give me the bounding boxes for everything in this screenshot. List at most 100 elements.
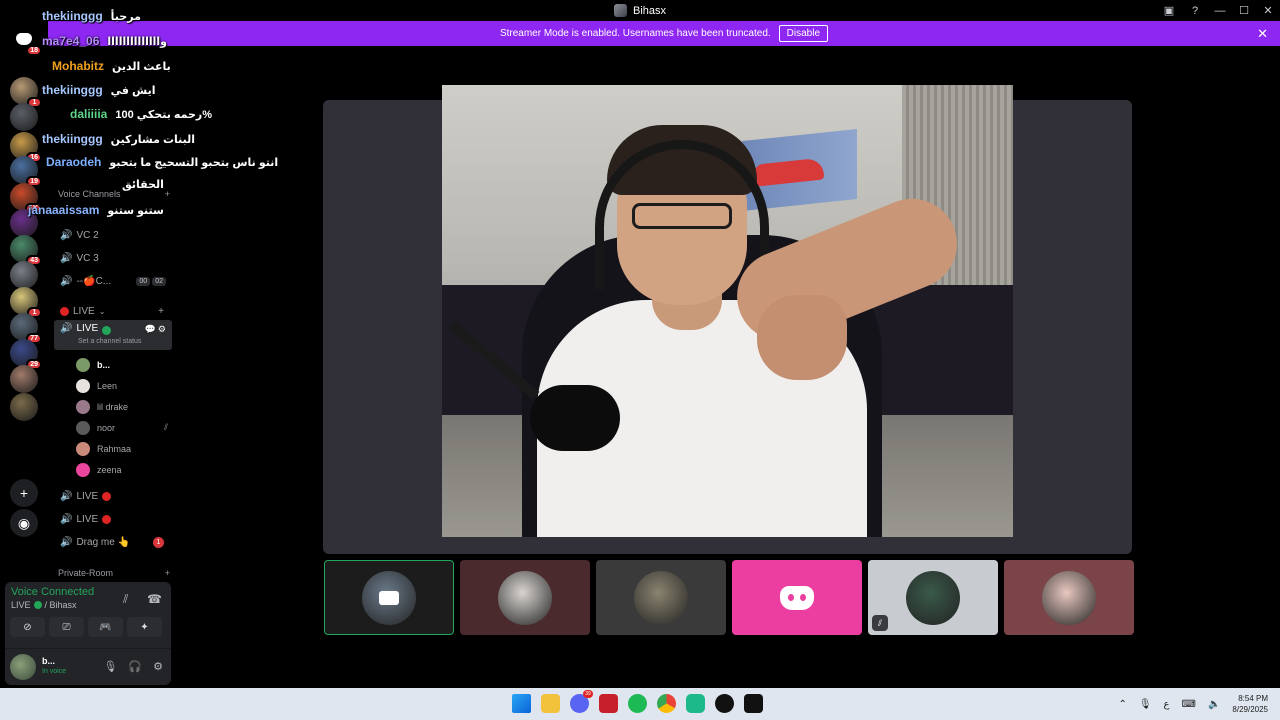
server-icon[interactable]: 77 (10, 313, 42, 344)
avatar (498, 570, 552, 625)
voice-channel[interactable]: 🔊 Drag me 👆 1 (54, 533, 172, 552)
server-icon[interactable] (10, 261, 38, 289)
server-icon[interactable]: 43 (10, 235, 42, 266)
add-channel-icon[interactable]: + (158, 306, 164, 317)
clock[interactable]: 8:54 PM 8/29/2025 (1232, 693, 1268, 715)
voice-member[interactable]: lil drake (76, 397, 168, 416)
microphone-tray-icon[interactable]: 🎙 (1139, 699, 1152, 710)
user-status: In voice (42, 668, 67, 675)
voice-member[interactable]: Leen (76, 376, 168, 395)
voice-channel-name: LIVE (76, 491, 99, 502)
windows-start-icon[interactable] (512, 694, 531, 713)
green-dot-icon (33, 601, 42, 609)
volume-icon[interactable]: 🔈 (1208, 699, 1220, 710)
server-icon[interactable] (10, 365, 38, 393)
channel-status[interactable]: Set a channel status (78, 338, 141, 345)
voice-member[interactable]: Rahmaa (76, 439, 168, 458)
chat-message: Daraodeh انتو ناس بتحبو التسحيج ما بتحبو (46, 155, 278, 169)
close-icon[interactable]: ✕ (1257, 26, 1268, 42)
chat-username: thekiinggg (42, 9, 103, 23)
live-category[interactable]: LIVE ⌄ + (54, 302, 172, 321)
video-camera-icon (379, 590, 399, 605)
voice-channel-name: VC 2 (76, 230, 99, 241)
activities-button[interactable]: 🎮 (88, 617, 123, 637)
network-icon[interactable]: ⌨ (1182, 699, 1196, 710)
voice-member[interactable]: b... (76, 355, 168, 374)
stream-video[interactable] (442, 85, 1013, 537)
participant-tile[interactable] (324, 560, 454, 635)
camera-off-button[interactable]: ⊘ (10, 617, 45, 637)
file-explorer-icon[interactable] (541, 694, 560, 713)
taskbar-apps: 39 (512, 690, 763, 713)
server-icon[interactable] (10, 393, 38, 421)
private-room-header[interactable]: Private-Room + (58, 568, 170, 578)
voice-channel[interactable]: 🔊 LIVE (54, 510, 172, 529)
gear-icon[interactable]: ⚙ (153, 660, 163, 673)
soundboard-button[interactable]: ✦ (127, 617, 162, 637)
chat-message: thekiinggg البنات مشاركين (42, 132, 195, 146)
voice-channel-name: LIVE (76, 514, 99, 525)
microphone-icon[interactable]: 🎙 (103, 660, 117, 673)
chat-username: Mohabitz (52, 59, 104, 73)
title-bar: Bihasx ▣ ? — ☐ ✕ (0, 0, 1280, 21)
headphones-icon[interactable]: 🎧 (128, 660, 142, 673)
chat-message: Mohabitz باعث الدين (52, 59, 171, 73)
server-icon[interactable]: 1 (10, 77, 42, 108)
github-icon[interactable] (715, 694, 734, 713)
voice-channel[interactable]: 🔊 VC 3 (54, 249, 172, 268)
discord-taskbar-icon[interactable]: 39 (570, 690, 593, 713)
speaker-icon: 🔊 (60, 253, 73, 264)
spotify-icon[interactable] (628, 694, 647, 713)
terminal-icon[interactable] (744, 694, 763, 713)
voice-status[interactable]: Voice Connected (11, 586, 94, 598)
disable-button[interactable]: Disable (778, 25, 829, 42)
banner-message: Streamer Mode is enabled. Usernames have… (499, 28, 771, 39)
minimize-button[interactable]: — (1208, 0, 1232, 21)
active-voice-channel[interactable]: 🔊 LIVE 💬⚙ Set a channel status (54, 320, 172, 350)
server-icon[interactable]: 1 (10, 287, 42, 318)
server-icon[interactable]: 19 (10, 156, 42, 187)
noise-suppression-icon[interactable]: ⫽ (123, 592, 128, 607)
chat-username: Daraodeh (46, 155, 102, 169)
add-channel-icon[interactable]: + (165, 568, 170, 578)
participant-tile[interactable]: ⫽ (868, 560, 998, 635)
chrome-icon[interactable] (657, 694, 676, 713)
news-app-icon[interactable] (599, 694, 618, 713)
app-icon[interactable] (686, 694, 705, 713)
server-icon[interactable] (10, 103, 38, 131)
server-icon[interactable]: 29 (10, 339, 42, 370)
live-dot-icon (60, 307, 69, 316)
help-icon[interactable]: ? (1182, 0, 1208, 21)
speaker-icon: 🔊 (60, 276, 73, 287)
clock-date: 8/29/2025 (1232, 705, 1268, 714)
participant-tile[interactable] (596, 560, 726, 635)
private-room-label: Private-Room (58, 568, 114, 578)
maximize-button[interactable]: ☐ (1232, 0, 1256, 21)
chevron-up-icon[interactable]: ⌃ (1118, 699, 1126, 710)
discord-logo-icon (780, 585, 814, 610)
voice-channel[interactable]: 🔊 --🍎C... 00 02 (54, 272, 172, 291)
close-window-button[interactable]: ✕ (1256, 0, 1280, 21)
screen-share-button[interactable]: ⎚ (49, 617, 84, 637)
discover-button[interactable]: ◉ (10, 509, 38, 537)
participant-tile[interactable] (732, 560, 862, 635)
inbox-icon[interactable]: ▣ (1156, 0, 1182, 21)
chat-message: daliiiia %رحمه بتحكي 100 (70, 107, 212, 121)
voice-member[interactable]: noor ⫽ (76, 418, 168, 437)
participant-tile[interactable] (460, 560, 590, 635)
channel-tool-icons[interactable]: 💬⚙ (145, 324, 168, 335)
member-name: noor (97, 422, 116, 433)
participant-tiles: ⫽ (324, 560, 1134, 635)
participant-tile[interactable] (1004, 560, 1134, 635)
disconnect-icon[interactable]: ☎ (147, 592, 162, 606)
avatar[interactable] (10, 654, 36, 680)
voice-channel[interactable]: 🔊 VC 2 (54, 226, 172, 245)
add-server-button[interactable]: + (10, 479, 38, 507)
voice-channel[interactable]: 🔊 LIVE (54, 487, 172, 506)
language-indicator[interactable]: ع (1164, 699, 1170, 710)
home-button[interactable]: 18 (10, 25, 42, 56)
stream-frame[interactable] (323, 85, 1132, 554)
add-channel-icon[interactable]: + (165, 189, 170, 199)
voice-member[interactable]: zeena (76, 460, 168, 479)
voice-location[interactable]: LIVE / Bihasx (11, 600, 77, 610)
